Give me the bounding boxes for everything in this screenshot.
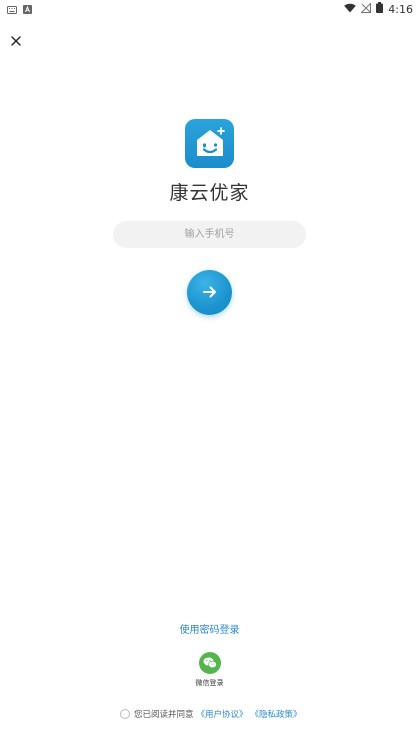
house-smile-icon [192,125,228,163]
close-button[interactable] [6,30,26,50]
user-agreement-link[interactable]: 《用户协议》 [197,708,248,720]
status-time: 4:16 [388,2,413,16]
phone-input[interactable] [113,221,306,248]
wechat-login[interactable]: 微信登录 [182,652,237,688]
keyboard-icon [7,4,17,17]
wechat-icon[interactable] [198,652,221,674]
status-right: 4:16 [344,1,413,16]
agreement-row: 您已阅读并同意 《用户协议》 《隐私政策》 [120,708,302,720]
next-button[interactable] [187,270,232,315]
status-bar: 4:16 [0,0,419,18]
password-login-link[interactable]: 使用密码登录 [0,621,419,636]
wifi-icon [344,3,357,16]
privacy-policy-link[interactable]: 《隐私政策》 [251,708,302,720]
arrow-right-icon [202,283,217,302]
agreement-checkbox[interactable] [120,709,130,719]
app-logo [185,119,234,168]
app-notification-icon [23,4,32,17]
close-icon [11,31,21,50]
status-left [7,4,32,17]
battery-icon [376,2,384,16]
wechat-login-label: 微信登录 [195,679,224,687]
login-screen: 4:16 康云优家 输入手机号 使用密码登录 微信登录 您已阅读并同意 《用户协… [0,0,419,746]
agreement-text: 您已阅读并同意 [134,710,194,720]
signal-off-icon [360,1,372,16]
app-name: 康云优家 [169,182,250,204]
